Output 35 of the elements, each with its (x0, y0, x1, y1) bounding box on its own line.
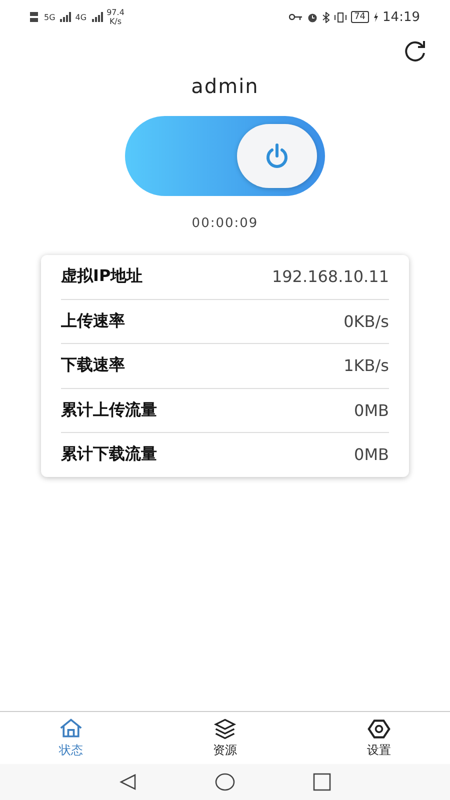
info-label: 累计下载流量 (61, 444, 157, 466)
info-value: 0KB/s (344, 312, 389, 331)
sim-icon (30, 11, 40, 23)
signal-icon (90, 12, 103, 22)
info-value: 1KB/s (344, 356, 389, 376)
home-icon[interactable] (215, 773, 235, 791)
info-value: 192.168.10.11 (272, 267, 389, 286)
signal-icon (59, 12, 72, 22)
username: admin (191, 74, 259, 98)
net-speed-unit: K/s (109, 17, 122, 26)
net-speed: 97.4 (106, 8, 124, 17)
network-type: 4G (75, 12, 87, 22)
key-icon (289, 13, 304, 21)
vibrate-icon (334, 12, 348, 22)
tab[interactable]: 状态 (50, 712, 92, 764)
alarm-icon (307, 12, 318, 22)
info-label: 下载速率 (61, 355, 125, 376)
info-label: 上传速率 (61, 310, 125, 332)
info-value: 0MB (354, 445, 389, 464)
battery-level: 74 (351, 11, 369, 23)
recents-icon[interactable] (313, 773, 331, 791)
network-type: 5G (44, 12, 56, 22)
clock: 14:19 (382, 10, 420, 24)
connection-duration: 00:00:09 (192, 216, 258, 231)
settings-icon (366, 717, 392, 741)
tab[interactable]: 资源 (204, 712, 246, 764)
refresh-icon[interactable] (404, 40, 428, 62)
charging-icon (372, 12, 379, 22)
tab[interactable]: 设置 (358, 712, 400, 764)
info-value: 0MB (354, 400, 389, 420)
layers-icon (212, 717, 238, 741)
bluetooth-icon (322, 12, 330, 22)
info-label: 虚拟IP地址 (61, 266, 143, 288)
info-label: 累计上传流量 (61, 400, 157, 421)
back-icon[interactable] (119, 773, 137, 791)
